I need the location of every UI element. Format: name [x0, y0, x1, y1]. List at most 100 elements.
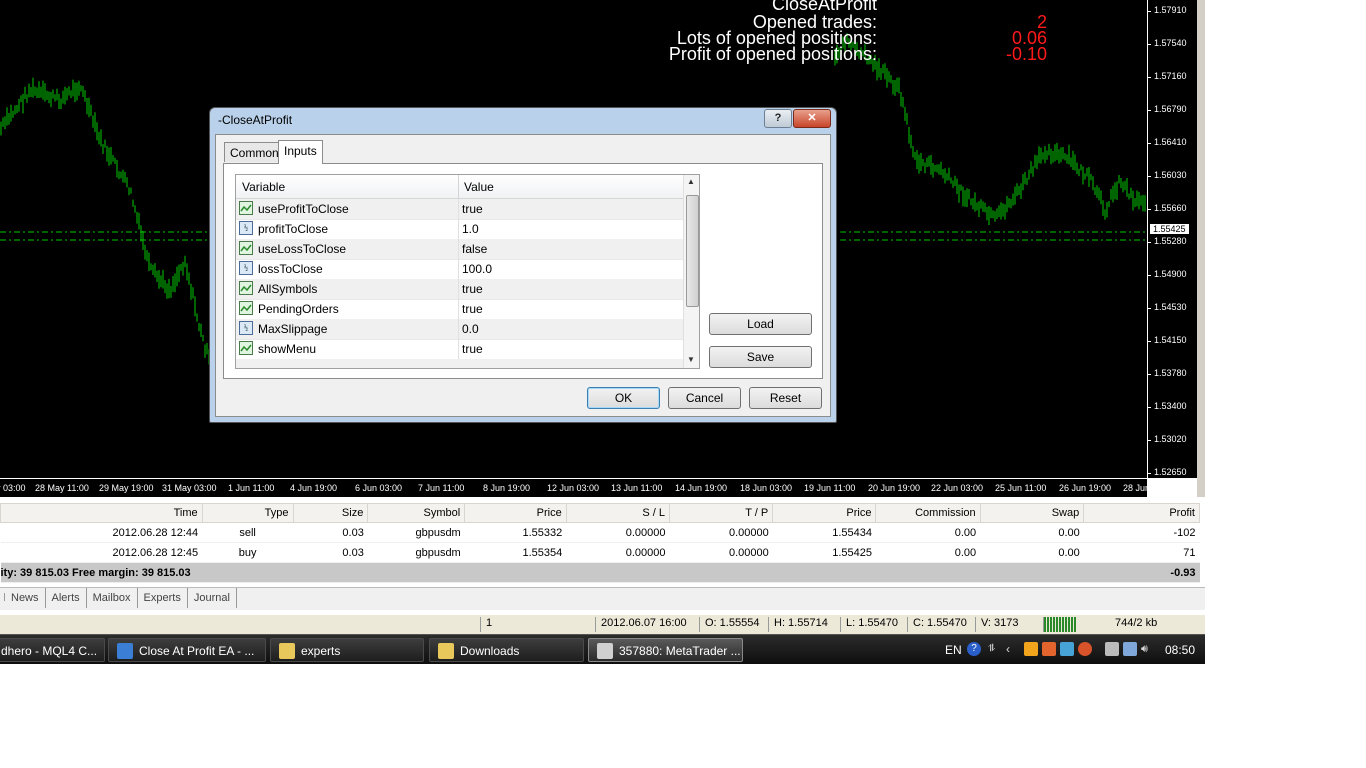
column-header[interactable]: Profit — [1083, 503, 1200, 523]
column-header[interactable]: Type — [201, 503, 294, 523]
terminal-tab-alerts[interactable]: Alerts — [46, 588, 87, 608]
column-header-variable[interactable]: Variable — [242, 180, 285, 194]
price-tick — [1147, 242, 1151, 243]
reset-button[interactable]: Reset — [749, 387, 822, 409]
chevron-left-icon[interactable]: ‹ — [1006, 642, 1020, 656]
variable-value[interactable]: true — [462, 202, 483, 216]
taskbar-button-label: Downloads — [460, 644, 520, 658]
price-label: 1.54150 — [1154, 335, 1187, 345]
cancel-button[interactable]: Cancel — [668, 387, 741, 409]
language-indicator[interactable]: EN — [945, 635, 962, 664]
input-row[interactable]: showMenu true — [236, 339, 683, 360]
price-label: 1.53400 — [1154, 401, 1187, 411]
variable-value[interactable]: true — [462, 302, 483, 316]
trade-cell: 0.00000 — [566, 542, 670, 563]
app-icon — [597, 643, 613, 659]
ea-properties-dialog: -CloseAtProfit ? ✕ Common Inputs Variabl… — [209, 107, 837, 423]
close-button[interactable]: ✕ — [793, 109, 831, 128]
input-row[interactable]: useProfitToClose true — [236, 199, 683, 220]
scroll-down-icon[interactable]: ▼ — [687, 355, 695, 364]
input-row[interactable]: ½ profitToClose 1.0 — [236, 219, 683, 240]
price-label: 1.53780 — [1154, 368, 1187, 378]
variable-value[interactable]: 100.0 — [462, 262, 492, 276]
java-tray-icon[interactable] — [1042, 642, 1056, 656]
price-label: 1.55280 — [1154, 236, 1187, 246]
time-label: 28 May 11:00 — [35, 483, 89, 493]
dialog-body: Common Inputs Variable Value useProfitTo… — [215, 134, 831, 417]
input-row[interactable]: AllSymbols true — [236, 279, 683, 300]
column-header[interactable]: Size — [292, 503, 369, 523]
grid-scrollbar[interactable]: ▲ ▼ — [683, 175, 699, 368]
scroll-up-icon[interactable]: ▲ — [687, 177, 695, 186]
price-label: 1.57160 — [1154, 71, 1187, 81]
volume-icon[interactable]: 🔊︎ — [1141, 642, 1155, 656]
dropbox-tray-icon[interactable] — [1060, 642, 1074, 656]
price-label: 1.57540 — [1154, 38, 1187, 48]
column-header[interactable]: Price — [772, 503, 877, 523]
antivirus-tray-icon[interactable] — [1078, 642, 1092, 656]
column-header-value[interactable]: Value — [464, 180, 494, 194]
taskbar-button[interactable]: dhero - MQL4 C... — [0, 638, 105, 662]
load-button[interactable]: Load — [709, 313, 812, 335]
scroll-thumb[interactable] — [686, 195, 699, 307]
variable-name: PendingOrders — [258, 302, 339, 316]
column-header[interactable]: Symbol — [367, 503, 466, 523]
trade-cell: -102 — [1083, 522, 1200, 543]
trade-row[interactable]: 2012.06.28 12:44 sell 0.03 gbpusdm 1.55332 0.… — [0, 522, 1200, 543]
taskbar-button[interactable]: Close At Profit EA - ... — [108, 638, 266, 662]
input-row[interactable]: PendingOrders true — [236, 299, 683, 320]
trade-cell: 0.03 — [293, 542, 368, 563]
time-label: 1 Jun 11:00 — [228, 483, 275, 493]
time-label: 7 Jun 11:00 — [418, 483, 465, 493]
tab-inputs[interactable]: Inputs — [278, 140, 323, 164]
column-header[interactable]: Swap — [979, 503, 1085, 523]
ok-button[interactable]: OK — [587, 387, 660, 409]
save-button[interactable]: Save — [709, 346, 812, 368]
input-row[interactable]: ½ lossToClose 100.0 — [236, 259, 683, 280]
help-icon[interactable]: ? — [967, 642, 981, 656]
variable-value[interactable]: false — [462, 242, 487, 256]
taskbar-button[interactable]: Downloads — [429, 638, 584, 662]
column-header[interactable]: T / P — [668, 503, 774, 523]
status-bar: 1 2012.06.07 16:00 O: 1.55554 H: 1.55714 L: … — [0, 615, 1205, 634]
price-tick — [1147, 176, 1151, 177]
trade-row[interactable]: 2012.06.28 12:45 buy 0.03 gbpusdm 1.55354 0.0… — [0, 542, 1200, 563]
terminal-tab-journal[interactable]: Journal — [188, 588, 237, 608]
network-icon[interactable] — [1123, 642, 1137, 656]
variable-value[interactable]: 1.0 — [462, 222, 479, 236]
trades-table: Time Type Size Symbol Price S / LT / P Price Co… — [0, 503, 1200, 583]
column-header[interactable]: Commission — [875, 503, 981, 523]
numeric-type-icon: ½ — [239, 221, 253, 235]
trade-cell: 0.00 — [875, 542, 981, 563]
input-row[interactable]: useLossToClose false — [236, 239, 683, 260]
terminal-tab-news[interactable]: News — [5, 588, 46, 608]
column-header[interactable]: Time — [0, 503, 203, 523]
taskbar-button[interactable]: experts — [270, 638, 424, 662]
variable-value[interactable]: true — [462, 282, 483, 296]
price-tick — [1147, 143, 1151, 144]
taskbar-button[interactable]: 357880: MetaTrader ... — [588, 638, 743, 662]
clock[interactable]: 08:50 — [1165, 635, 1195, 664]
device-tray-icon[interactable] — [1105, 642, 1119, 656]
variable-value[interactable]: 0.0 — [462, 322, 479, 336]
help-button[interactable]: ? — [764, 109, 792, 128]
total-profit: -0.93 — [1083, 562, 1200, 583]
status-cell: L: 1.55470 — [840, 617, 898, 632]
terminal-tab-mailbox[interactable]: Mailbox — [87, 588, 138, 608]
price-label: 1.56790 — [1154, 104, 1187, 114]
variable-value[interactable]: true — [462, 342, 483, 356]
pin-icon[interactable]: ⥮ — [988, 642, 1002, 656]
input-row-partial[interactable] — [236, 359, 683, 368]
price-tick — [1147, 308, 1151, 309]
time-axis: y 03:00 28 May 11:00 29 May 19:00 31 May 03… — [0, 478, 1175, 497]
price-label: 1.56030 — [1154, 170, 1187, 180]
column-header[interactable]: Price — [464, 503, 567, 523]
ea-name-label: CloseAtProfit — [771, 0, 877, 14]
app-tray-icon[interactable] — [1024, 642, 1038, 656]
tab-common[interactable]: Common — [224, 142, 285, 162]
boolean-type-icon — [239, 341, 253, 355]
column-header[interactable]: S / L — [565, 503, 670, 523]
terminal-tab-experts[interactable]: Experts — [138, 588, 188, 608]
trade-cell: 71 — [1083, 542, 1200, 563]
input-row[interactable]: ½ MaxSlippage 0.0 — [236, 319, 683, 340]
